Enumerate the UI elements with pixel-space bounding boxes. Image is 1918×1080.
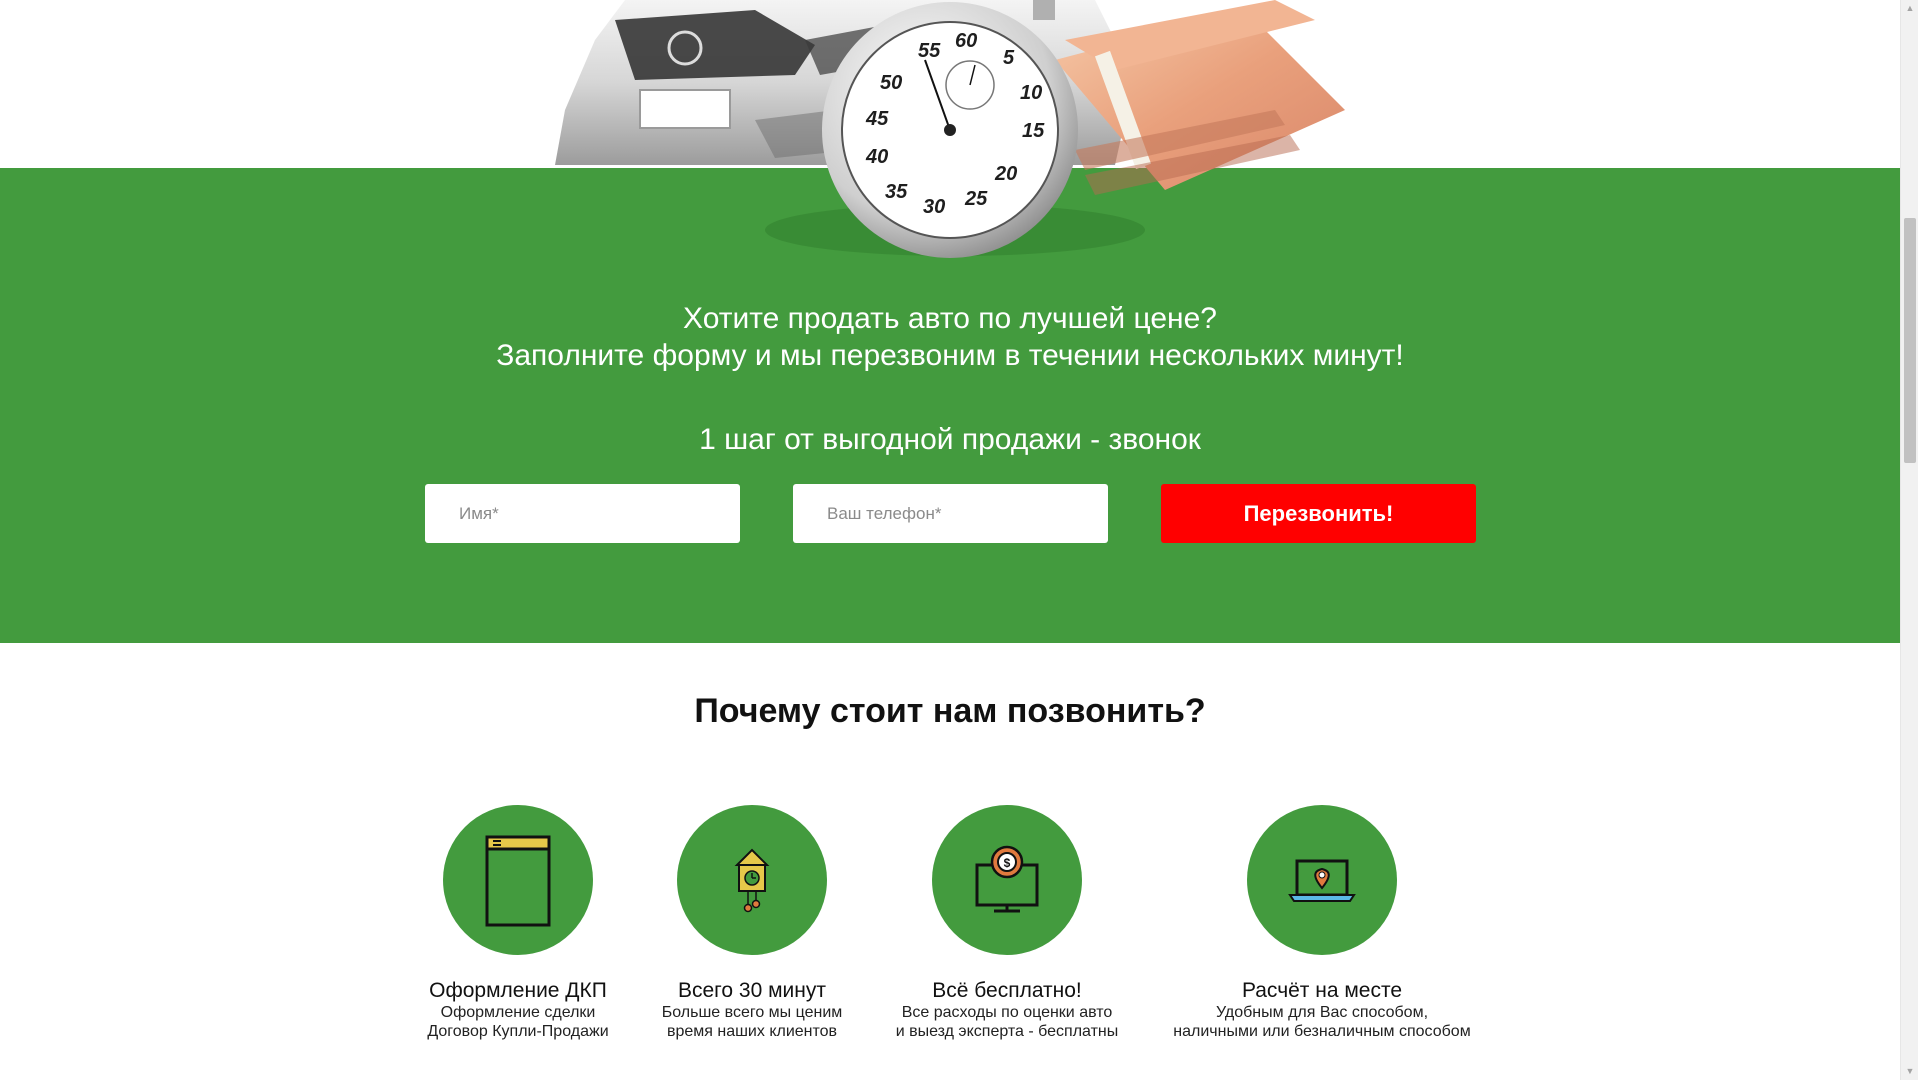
dial-number: 35 — [885, 181, 908, 203]
dial-number: 10 — [1020, 82, 1043, 104]
phone-input[interactable] — [793, 484, 1108, 543]
dial-number: 45 — [866, 108, 889, 130]
feature-icon-circle — [443, 805, 593, 955]
hero-headline-line-1: Хотите продать авто по лучшей цене? — [683, 302, 1217, 335]
dial-number: 25 — [965, 188, 988, 210]
dial-number: 20 — [995, 163, 1018, 185]
dial-number: 50 — [880, 72, 903, 94]
dial-number: 5 — [1003, 47, 1015, 69]
feature-payment-on-site: Расчёт на месте Удобным для Вас способом… — [1162, 805, 1482, 1041]
feature-icon-circle — [1247, 805, 1397, 955]
laptop-location-icon — [1288, 859, 1356, 902]
dial-number: 30 — [923, 196, 946, 218]
dial-number: 60 — [955, 30, 978, 52]
feature-desc-line-2: наличными или безналичным способом — [1173, 1023, 1471, 1040]
why-heading: Почему стоит нам позвонить? — [694, 692, 1206, 730]
feature-title: Расчёт на месте — [1241, 979, 1403, 1002]
scroll-down-arrow-icon[interactable]: ▼ — [1901, 1063, 1918, 1080]
feature-desc-line-1: Все расходы по оценки авто — [901, 1004, 1113, 1021]
name-input[interactable] — [425, 484, 740, 543]
cuckoo-clock-icon — [734, 848, 770, 913]
feature-desc-line-2: и выезд эксперта - бесплатны — [895, 1023, 1119, 1040]
dial-number: 15 — [1022, 120, 1045, 142]
dial-number: 40 — [866, 146, 889, 168]
feature-icon-circle: $ — [932, 805, 1082, 955]
feature-free: $ Всё бесплатно! Все расходы по оценки а… — [847, 805, 1167, 1041]
monitor-money-icon: $ — [975, 845, 1039, 913]
feature-title: Всё бесплатно! — [932, 979, 1082, 1002]
page-scrollbar[interactable]: ▲ ▼ — [1900, 0, 1918, 1080]
scroll-up-arrow-icon[interactable]: ▲ — [1901, 0, 1918, 17]
callback-button[interactable]: Перезвонить! — [1161, 484, 1476, 543]
hero-headline-line-2: Заполните форму и мы перезвоним в течени… — [496, 339, 1404, 372]
hero-subheadline: 1 шаг от выгодной продажи - звонок — [699, 423, 1201, 456]
dial-number: 55 — [918, 40, 941, 62]
stopwatch-dial-labels: 55 60 5 10 15 20 25 30 35 40 45 50 — [0, 0, 1900, 270]
document-icon — [485, 835, 551, 927]
feature-desc-line-1: Удобным для Вас способом, — [1215, 1004, 1429, 1021]
scroll-thumb[interactable] — [1904, 218, 1916, 463]
svg-text:$: $ — [1004, 856, 1011, 870]
feature-icon-circle — [677, 805, 827, 955]
